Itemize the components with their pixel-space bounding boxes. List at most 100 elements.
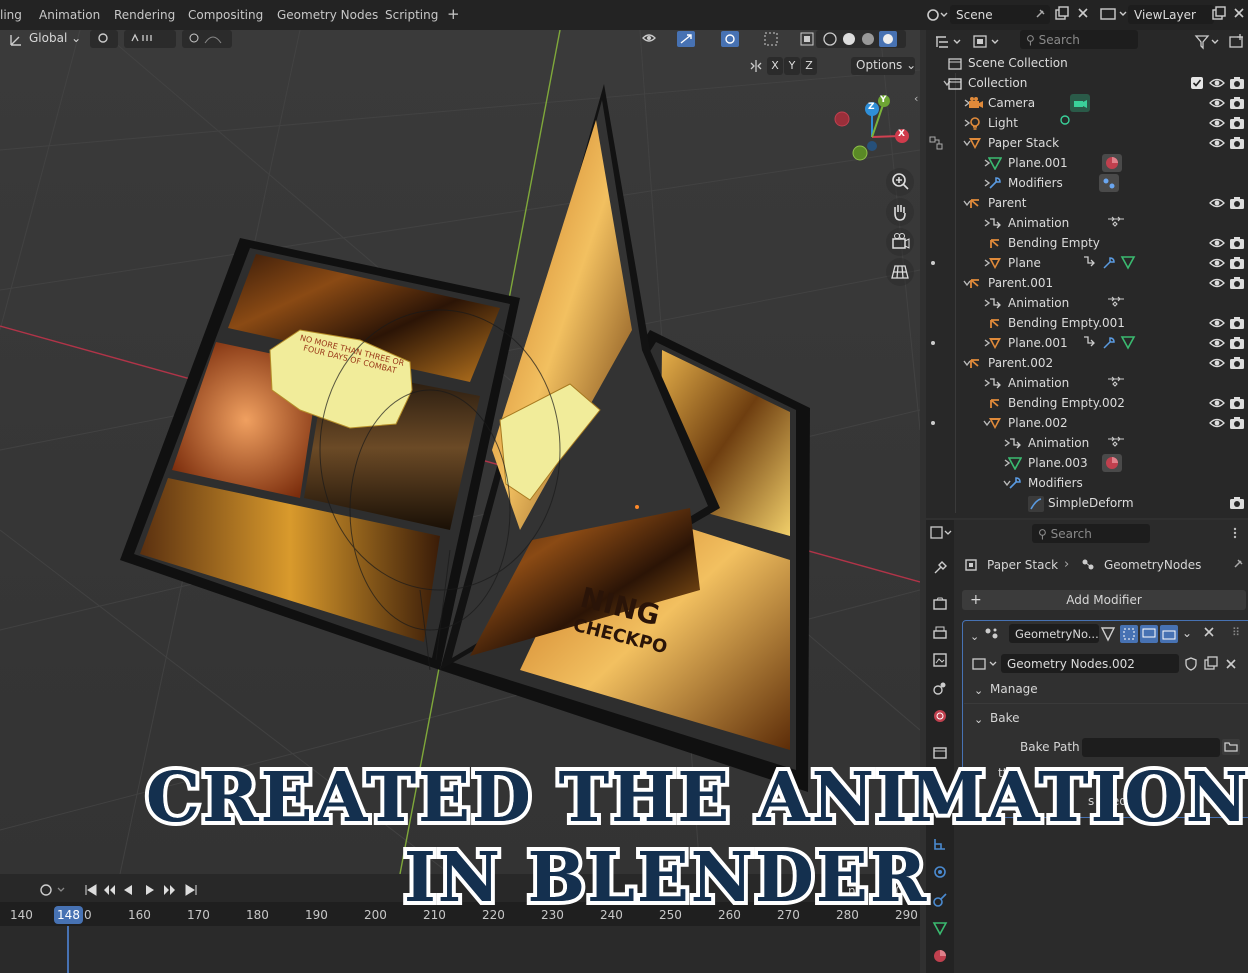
exclude-checkbox[interactable] [1191,77,1203,92]
outliner-row[interactable]: Animation [926,373,1248,393]
tab-scripting[interactable]: Scripting [385,8,438,22]
transform-orientation-icon[interactable] [8,32,24,48]
lightdata-icon[interactable] [1058,114,1072,128]
tab-rendering[interactable]: Rendering [114,8,175,22]
outliner-row[interactable]: Parent.001 [926,273,1248,293]
selectability-button[interactable] [758,30,792,48]
anim-icon[interactable] [1106,214,1126,228]
physics-tab-icon[interactable] [932,864,948,880]
pivot-point-button[interactable] [90,30,118,48]
view-layer-field[interactable]: ViewLayer [1128,5,1214,24]
perspective-toggle-button[interactable] [886,258,914,286]
view-layer-icon[interactable] [1100,7,1130,21]
render-camera-icon[interactable] [1229,196,1245,213]
copy-scene-icon[interactable] [1054,6,1070,22]
fake-user-shield-icon[interactable] [1184,657,1198,674]
outliner-row[interactable]: Plane.002 [926,413,1248,433]
auto-keying-icon[interactable] [38,882,68,901]
eye-icon[interactable] [1209,256,1225,273]
outliner-row[interactable]: Modifiers [926,173,1248,193]
close-scene-icon[interactable] [1076,6,1090,20]
add-workspace-button[interactable]: + [447,5,460,23]
outliner-row[interactable]: Modifiers [926,473,1248,493]
tab-animation[interactable]: Animation [39,8,100,22]
eye-icon[interactable] [1209,196,1225,213]
options-dropdown[interactable]: Options ⌄ [851,57,916,75]
three-icon[interactable] [1082,254,1136,270]
playback-controls[interactable] [82,882,202,901]
mirror-icon[interactable] [748,58,764,74]
properties-search-input[interactable]: ⚲ Search [1032,524,1150,543]
outliner-row[interactable]: Paper Stack [926,133,1248,153]
view-layer-tab-icon[interactable] [932,652,948,668]
render-camera-icon[interactable] [1229,396,1245,413]
copy-view-layer-icon[interactable] [1211,6,1227,22]
playhead-current-frame[interactable]: 148 [54,906,83,924]
gizmo-toggle-button[interactable] [672,30,708,48]
render-camera-icon[interactable] [1229,316,1245,333]
tool-tab-icon[interactable] [932,560,948,576]
scene-icon[interactable] [926,7,948,23]
outliner-toggle-icon[interactable] [929,136,943,153]
output-tab-icon[interactable] [932,624,948,640]
render-camera-icon[interactable] [1229,356,1245,373]
collapse-chevron-icon[interactable]: ⌄ [970,630,979,643]
render-camera-icon[interactable] [1229,76,1245,93]
bake-path-input[interactable] [1082,738,1220,757]
render-camera-icon[interactable] [1229,116,1245,133]
tab-options-icon[interactable] [1230,526,1240,543]
eye-icon[interactable] [1209,356,1225,373]
remove-modifier-icon[interactable] [1203,626,1215,641]
editor-type-icon[interactable] [930,526,952,540]
modifier-menu-chevron-icon[interactable]: ⌄ [1182,626,1192,640]
manage-panel-header[interactable]: Manage [990,682,1038,696]
outliner-row[interactable]: Plane.001 [926,333,1248,353]
mirror-z-button[interactable]: Z [801,57,817,75]
render-camera-icon[interactable] [1229,276,1245,293]
anim-icon[interactable] [1106,374,1126,388]
outliner-row[interactable]: Animation [926,433,1248,453]
node-tree-icon[interactable] [972,657,1002,671]
proportional-edit-button[interactable] [182,30,232,48]
close-view-layer-icon[interactable] [1232,6,1246,20]
render-camera-icon[interactable] [1229,416,1245,433]
outliner-row[interactable]: Bending Empty [926,233,1248,253]
filter-icon[interactable] [1194,34,1224,50]
eye-icon[interactable] [1209,136,1225,153]
material-tab-icon[interactable] [932,948,948,964]
pin-icon[interactable] [1232,558,1244,573]
drag-handle-icon[interactable]: ⠿ [1232,626,1240,639]
render-camera-icon[interactable] [1229,256,1245,273]
eye-icon[interactable] [1209,316,1225,333]
nodes-icon[interactable] [1099,174,1119,192]
outliner-row[interactable]: Collection [926,73,1248,93]
eye-icon[interactable] [1209,276,1225,293]
outliner-row[interactable]: Light [926,113,1248,133]
3d-viewport[interactable]: NO MORE THAN THREE OR FOUR DAYS OF COMBA… [0,30,920,874]
eye-icon[interactable] [1209,96,1225,113]
world-tab-icon[interactable] [932,708,948,724]
pin-icon[interactable] [1034,8,1046,20]
mirror-x-button[interactable]: X [767,57,783,75]
outliner-row[interactable]: Animation [926,293,1248,313]
manage-chevron-icon[interactable]: ⌄ [974,684,983,697]
outliner-row[interactable]: Plane.001 [926,153,1248,173]
anim-icon[interactable] [1106,294,1126,308]
visibility-button[interactable] [636,30,666,48]
overlays-button[interactable] [716,30,754,48]
mirror-y-button[interactable]: Y [784,57,800,75]
render-camera-icon[interactable] [1229,136,1245,153]
outliner-row[interactable]: Plane [926,253,1248,273]
tab-shading[interactable]: ling [0,8,22,22]
bake-panel-header[interactable]: Bake [990,711,1020,725]
eye-icon[interactable] [1209,76,1225,93]
eye-icon[interactable] [1209,236,1225,253]
duplicate-icon[interactable] [1203,656,1219,675]
unlink-icon[interactable] [1225,658,1237,673]
object-constraint-tab-icon[interactable] [932,892,948,908]
add-modifier-button[interactable]: + Add Modifier [962,590,1246,610]
eye-icon[interactable] [1209,416,1225,433]
render-camera-icon[interactable] [1229,236,1245,253]
eye-icon[interactable] [1209,396,1225,413]
zoom-button[interactable] [886,168,914,196]
